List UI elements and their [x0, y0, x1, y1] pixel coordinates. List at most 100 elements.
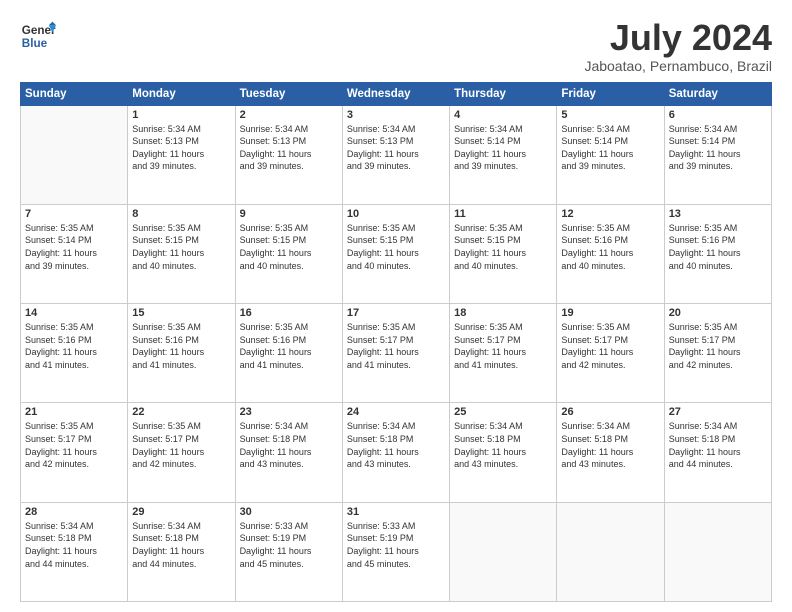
calendar-cell: 1 Sunrise: 5:34 AMSunset: 5:13 PMDaylight… [128, 105, 235, 204]
col-saturday: Saturday [664, 82, 771, 105]
day-info: Sunrise: 5:34 AMSunset: 5:14 PMDaylight:… [669, 123, 767, 173]
calendar-cell [450, 502, 557, 601]
day-info: Sunrise: 5:34 AMSunset: 5:18 PMDaylight:… [669, 420, 767, 470]
day-number: 16 [240, 307, 338, 319]
col-monday: Monday [128, 82, 235, 105]
page: General Blue July 2024 Jaboatao, Pernamb… [0, 0, 792, 612]
day-number: 4 [454, 109, 552, 121]
logo-icon: General Blue [20, 18, 56, 54]
calendar-cell: 23 Sunrise: 5:34 AMSunset: 5:18 PMDayligh… [235, 403, 342, 502]
week-row-2: 14 Sunrise: 5:35 AMSunset: 5:16 PMDayligh… [21, 304, 772, 403]
col-tuesday: Tuesday [235, 82, 342, 105]
day-number: 23 [240, 406, 338, 418]
day-info: Sunrise: 5:34 AMSunset: 5:13 PMDaylight:… [132, 123, 230, 173]
day-number: 5 [561, 109, 659, 121]
calendar-cell: 27 Sunrise: 5:34 AMSunset: 5:18 PMDayligh… [664, 403, 771, 502]
day-info: Sunrise: 5:34 AMSunset: 5:18 PMDaylight:… [132, 520, 230, 570]
day-number: 18 [454, 307, 552, 319]
day-info: Sunrise: 5:35 AMSunset: 5:15 PMDaylight:… [347, 222, 445, 272]
calendar-cell: 9 Sunrise: 5:35 AMSunset: 5:15 PMDaylight… [235, 204, 342, 303]
day-number: 11 [454, 208, 552, 220]
calendar-cell: 20 Sunrise: 5:35 AMSunset: 5:17 PMDayligh… [664, 304, 771, 403]
calendar-cell: 19 Sunrise: 5:35 AMSunset: 5:17 PMDayligh… [557, 304, 664, 403]
col-sunday: Sunday [21, 82, 128, 105]
day-info: Sunrise: 5:35 AMSunset: 5:17 PMDaylight:… [347, 321, 445, 371]
title-block: July 2024 Jaboatao, Pernambuco, Brazil [584, 18, 772, 74]
day-info: Sunrise: 5:33 AMSunset: 5:19 PMDaylight:… [240, 520, 338, 570]
calendar-cell: 12 Sunrise: 5:35 AMSunset: 5:16 PMDayligh… [557, 204, 664, 303]
day-number: 22 [132, 406, 230, 418]
day-info: Sunrise: 5:34 AMSunset: 5:14 PMDaylight:… [454, 123, 552, 173]
week-row-0: 1 Sunrise: 5:34 AMSunset: 5:13 PMDaylight… [21, 105, 772, 204]
day-info: Sunrise: 5:35 AMSunset: 5:15 PMDaylight:… [132, 222, 230, 272]
day-number: 29 [132, 506, 230, 518]
calendar-cell: 16 Sunrise: 5:35 AMSunset: 5:16 PMDayligh… [235, 304, 342, 403]
day-info: Sunrise: 5:34 AMSunset: 5:13 PMDaylight:… [240, 123, 338, 173]
day-info: Sunrise: 5:35 AMSunset: 5:15 PMDaylight:… [240, 222, 338, 272]
logo: General Blue [20, 18, 56, 54]
calendar-cell: 8 Sunrise: 5:35 AMSunset: 5:15 PMDaylight… [128, 204, 235, 303]
calendar-header-row: Sunday Monday Tuesday Wednesday Thursday… [21, 82, 772, 105]
calendar-cell: 5 Sunrise: 5:34 AMSunset: 5:14 PMDaylight… [557, 105, 664, 204]
day-info: Sunrise: 5:35 AMSunset: 5:17 PMDaylight:… [669, 321, 767, 371]
day-number: 31 [347, 506, 445, 518]
calendar-cell: 13 Sunrise: 5:35 AMSunset: 5:16 PMDayligh… [664, 204, 771, 303]
calendar-cell: 22 Sunrise: 5:35 AMSunset: 5:17 PMDayligh… [128, 403, 235, 502]
day-info: Sunrise: 5:35 AMSunset: 5:15 PMDaylight:… [454, 222, 552, 272]
calendar-cell [21, 105, 128, 204]
day-number: 9 [240, 208, 338, 220]
location: Jaboatao, Pernambuco, Brazil [584, 58, 772, 74]
col-wednesday: Wednesday [342, 82, 449, 105]
day-info: Sunrise: 5:34 AMSunset: 5:18 PMDaylight:… [561, 420, 659, 470]
day-info: Sunrise: 5:33 AMSunset: 5:19 PMDaylight:… [347, 520, 445, 570]
calendar-cell: 24Sunrise: 5:34 AMSunset: 5:18 PMDayligh… [342, 403, 449, 502]
day-number: 12 [561, 208, 659, 220]
day-number: 7 [25, 208, 123, 220]
day-number: 15 [132, 307, 230, 319]
day-info: Sunrise: 5:35 AMSunset: 5:16 PMDaylight:… [25, 321, 123, 371]
day-info: Sunrise: 5:35 AMSunset: 5:16 PMDaylight:… [561, 222, 659, 272]
calendar-cell: 10Sunrise: 5:35 AMSunset: 5:15 PMDayligh… [342, 204, 449, 303]
calendar-cell: 26 Sunrise: 5:34 AMSunset: 5:18 PMDayligh… [557, 403, 664, 502]
day-number: 3 [347, 109, 445, 121]
day-number: 8 [132, 208, 230, 220]
day-info: Sunrise: 5:35 AMSunset: 5:17 PMDaylight:… [25, 420, 123, 470]
calendar-cell: 28Sunrise: 5:34 AMSunset: 5:18 PMDayligh… [21, 502, 128, 601]
day-number: 26 [561, 406, 659, 418]
day-info: Sunrise: 5:34 AMSunset: 5:18 PMDaylight:… [240, 420, 338, 470]
day-number: 19 [561, 307, 659, 319]
calendar-cell: 7 Sunrise: 5:35 AMSunset: 5:14 PMDaylight… [21, 204, 128, 303]
day-number: 27 [669, 406, 767, 418]
day-info: Sunrise: 5:35 AMSunset: 5:17 PMDaylight:… [454, 321, 552, 371]
day-info: Sunrise: 5:35 AMSunset: 5:14 PMDaylight:… [25, 222, 123, 272]
calendar-cell: 15 Sunrise: 5:35 AMSunset: 5:16 PMDayligh… [128, 304, 235, 403]
day-number: 14 [25, 307, 123, 319]
day-number: 28 [25, 506, 123, 518]
calendar-cell: 31 Sunrise: 5:33 AMSunset: 5:19 PMDayligh… [342, 502, 449, 601]
day-info: Sunrise: 5:34 AMSunset: 5:14 PMDaylight:… [561, 123, 659, 173]
day-info: Sunrise: 5:34 AMSunset: 5:13 PMDaylight:… [347, 123, 445, 173]
calendar-cell: 11 Sunrise: 5:35 AMSunset: 5:15 PMDayligh… [450, 204, 557, 303]
week-row-3: 21Sunrise: 5:35 AMSunset: 5:17 PMDayligh… [21, 403, 772, 502]
calendar-cell: 30Sunrise: 5:33 AMSunset: 5:19 PMDayligh… [235, 502, 342, 601]
calendar-cell: 6 Sunrise: 5:34 AMSunset: 5:14 PMDaylight… [664, 105, 771, 204]
calendar-cell: 25Sunrise: 5:34 AMSunset: 5:18 PMDayligh… [450, 403, 557, 502]
day-info: Sunrise: 5:35 AMSunset: 5:16 PMDaylight:… [240, 321, 338, 371]
day-number: 20 [669, 307, 767, 319]
day-number: 25 [454, 406, 552, 418]
week-row-1: 7 Sunrise: 5:35 AMSunset: 5:14 PMDaylight… [21, 204, 772, 303]
calendar-cell: 14 Sunrise: 5:35 AMSunset: 5:16 PMDayligh… [21, 304, 128, 403]
day-info: Sunrise: 5:35 AMSunset: 5:16 PMDaylight:… [132, 321, 230, 371]
calendar-cell: 17 Sunrise: 5:35 AMSunset: 5:17 PMDayligh… [342, 304, 449, 403]
day-info: Sunrise: 5:34 AMSunset: 5:18 PMDaylight:… [347, 420, 445, 470]
day-info: Sunrise: 5:35 AMSunset: 5:17 PMDaylight:… [561, 321, 659, 371]
day-number: 6 [669, 109, 767, 121]
calendar-cell: 18 Sunrise: 5:35 AMSunset: 5:17 PMDayligh… [450, 304, 557, 403]
day-number: 1 [132, 109, 230, 121]
day-info: Sunrise: 5:35 AMSunset: 5:17 PMDaylight:… [132, 420, 230, 470]
day-number: 13 [669, 208, 767, 220]
day-info: Sunrise: 5:35 AMSunset: 5:16 PMDaylight:… [669, 222, 767, 272]
svg-text:Blue: Blue [22, 37, 48, 50]
calendar-cell: 4 Sunrise: 5:34 AMSunset: 5:14 PMDaylight… [450, 105, 557, 204]
day-number: 17 [347, 307, 445, 319]
